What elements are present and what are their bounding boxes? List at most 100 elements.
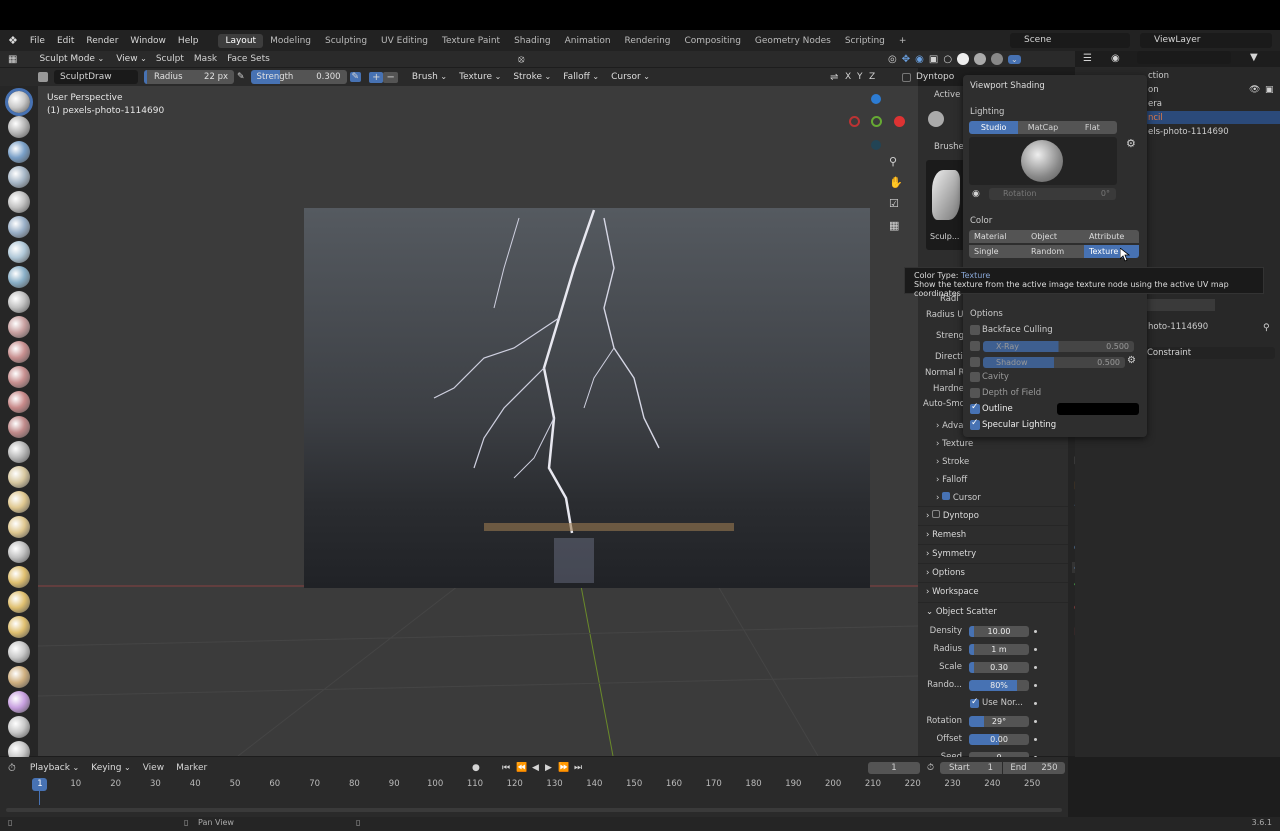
tab-modeling[interactable]: Modeling — [263, 34, 318, 48]
brush-menu[interactable]: Brush — [406, 72, 453, 82]
sculpt-tool-icon[interactable] — [8, 341, 30, 363]
timeline-view-menu[interactable]: View — [137, 763, 170, 773]
tab-texture-paint[interactable]: Texture Paint — [435, 34, 507, 48]
stroke-menu[interactable]: Stroke — [507, 72, 557, 82]
texture-menu[interactable]: Texture — [453, 72, 507, 82]
tab-compositing[interactable]: Compositing — [678, 34, 748, 48]
overlay-icon[interactable]: ◉ — [915, 54, 924, 65]
gizmo-x-axis[interactable] — [894, 116, 905, 127]
visibility-eye-icon[interactable]: 👁 — [1249, 85, 1260, 95]
menu-render[interactable]: Render — [80, 36, 124, 46]
shadow-slider[interactable]: Shadow 0.500 — [983, 357, 1125, 368]
tab-animation[interactable]: Animation — [558, 34, 618, 48]
strength-pressure-icon[interactable]: ✎ — [349, 72, 362, 82]
keying-menu[interactable]: Keying — [85, 763, 136, 773]
scatter-value-field[interactable]: 10.00 — [969, 626, 1029, 637]
world-space-lighting-icon[interactable]: ◉ — [972, 189, 980, 199]
outliner-light[interactable]: ncil — [1148, 113, 1280, 123]
pen-pressure-icon[interactable]: ✎ — [237, 72, 245, 82]
marker-menu[interactable]: Marker — [170, 763, 213, 773]
menu-help[interactable]: Help — [172, 36, 205, 46]
keyframe-dot-icon[interactable] — [1034, 666, 1037, 669]
keyframe-dot-icon[interactable] — [1034, 720, 1037, 723]
sculpt-tool-icon[interactable] — [8, 416, 30, 438]
sculpt-tool-icon[interactable] — [8, 641, 30, 663]
menu-view[interactable]: View — [110, 54, 151, 64]
visibility-icon[interactable]: ◎ — [888, 54, 897, 65]
editor-type-icon[interactable]: ▦ — [8, 54, 17, 65]
stroke-subpanel[interactable]: › Stroke — [936, 457, 1086, 467]
use-normal-checkbox[interactable] — [970, 697, 979, 708]
shading-dropdown-icon[interactable]: ⌄ — [1008, 54, 1021, 64]
add-workspace-icon[interactable]: + — [892, 34, 914, 48]
current-frame-field[interactable]: 1 — [868, 762, 920, 774]
dyntopo-label[interactable]: Dyntopo — [916, 72, 954, 82]
radius-field[interactable]: Radius 22 px — [144, 70, 234, 84]
render-camera-icon[interactable]: ▣ — [1265, 85, 1274, 95]
texture-subpanel[interactable]: › Texture — [936, 439, 1086, 449]
dyntopo-checkbox[interactable] — [902, 72, 911, 82]
shadow-checkbox[interactable] — [970, 357, 980, 367]
wireframe-shading-icon[interactable]: ○ — [943, 54, 952, 65]
sculpt-tool-icon[interactable] — [8, 691, 30, 713]
prev-key-icon[interactable]: ⏪ — [516, 763, 527, 773]
tab-geometry-nodes[interactable]: Geometry Nodes — [748, 34, 838, 48]
sculpt-tool-icon[interactable] — [8, 441, 30, 463]
studio-light-preview[interactable] — [969, 137, 1117, 185]
keyframe-dot-icon[interactable] — [1034, 648, 1037, 651]
lighting-matcap-button[interactable]: MatCap — [1018, 121, 1068, 134]
tab-sculpting[interactable]: Sculpting — [318, 34, 374, 48]
sculpt-tool-icon[interactable] — [8, 316, 30, 338]
clock-icon[interactable]: ⏱ — [927, 763, 934, 773]
menu-mask[interactable]: Mask — [189, 54, 222, 64]
brush-name-field[interactable]: SculptDraw — [54, 70, 138, 84]
sculpt-tool-icon[interactable] — [8, 566, 30, 588]
record-icon[interactable]: ● — [472, 763, 480, 773]
outliner-display-icon[interactable]: ◉ — [1111, 53, 1120, 64]
dyntopo-panel-checkbox[interactable] — [932, 510, 941, 518]
specular-label[interactable]: Specular Lighting — [982, 420, 1056, 430]
outline-checkbox[interactable] — [970, 402, 980, 414]
brush-preview-thumbnail[interactable]: Sculp... — [926, 160, 966, 250]
sculpt-tool-icon[interactable] — [8, 366, 30, 388]
blender-logo-icon[interactable]: ❖ — [8, 34, 18, 47]
pin-icon[interactable]: ⚲ — [1263, 323, 1270, 333]
shadow-settings-icon[interactable]: ⚙ — [1127, 355, 1136, 366]
keyframe-dot-icon[interactable] — [1034, 738, 1037, 741]
tab-rendering[interactable]: Rendering — [618, 34, 678, 48]
sculpt-tool-icon[interactable] — [8, 591, 30, 613]
scatter-value-field[interactable]: 0.30 — [969, 662, 1029, 673]
sculpt-tool-icon[interactable] — [8, 216, 30, 238]
outline-label[interactable]: Outline — [982, 404, 1013, 414]
next-key-icon[interactable]: ⏩ — [558, 763, 569, 773]
cursor-checkbox[interactable] — [942, 492, 951, 500]
color-texture-button[interactable]: Texture — [1084, 245, 1139, 258]
gizmo-neg-z-axis[interactable] — [871, 140, 881, 150]
jump-start-icon[interactable]: ⏮ — [502, 763, 510, 773]
outliner-collection[interactable]: ction — [1148, 71, 1280, 81]
outliner-image[interactable]: els-photo-1114690 — [1148, 127, 1280, 137]
jump-end-icon[interactable]: ⏭ — [574, 763, 582, 773]
falloff-subpanel[interactable]: › Falloff — [936, 475, 1086, 485]
sculpt-tool-icon[interactable] — [8, 616, 30, 638]
start-frame-field[interactable]: Start 1 — [940, 762, 1002, 774]
outliner-search[interactable] — [1137, 51, 1231, 64]
object-scatter-panel[interactable]: ⌄ Object Scatter — [918, 602, 1068, 620]
remesh-panel[interactable]: › Remesh — [918, 525, 1068, 543]
ortho-grid-icon[interactable]: ▦ — [889, 219, 899, 232]
properties-object-name[interactable]: hoto-1114690 — [1148, 322, 1280, 332]
sculpt-tool-icon[interactable] — [8, 141, 30, 163]
playback-menu[interactable]: Playback — [24, 763, 85, 773]
tab-shading[interactable]: Shading — [507, 34, 558, 48]
color-attribute-button[interactable]: Attribute — [1084, 230, 1139, 243]
camera-view-icon[interactable]: ☑ — [889, 197, 899, 210]
options-panel[interactable]: › Options — [918, 563, 1068, 581]
color-random-button[interactable]: Random — [1026, 245, 1084, 258]
sculpt-tool-icon[interactable] — [8, 666, 30, 688]
gizmo-z-axis[interactable] — [871, 94, 881, 104]
cavity-label[interactable]: Cavity — [982, 372, 1009, 382]
menu-sculpt[interactable]: Sculpt — [151, 54, 189, 64]
color-single-button[interactable]: Single — [969, 245, 1026, 258]
view-layer-selector[interactable]: ViewLayer — [1140, 33, 1272, 48]
tab-scripting[interactable]: Scripting — [838, 34, 892, 48]
